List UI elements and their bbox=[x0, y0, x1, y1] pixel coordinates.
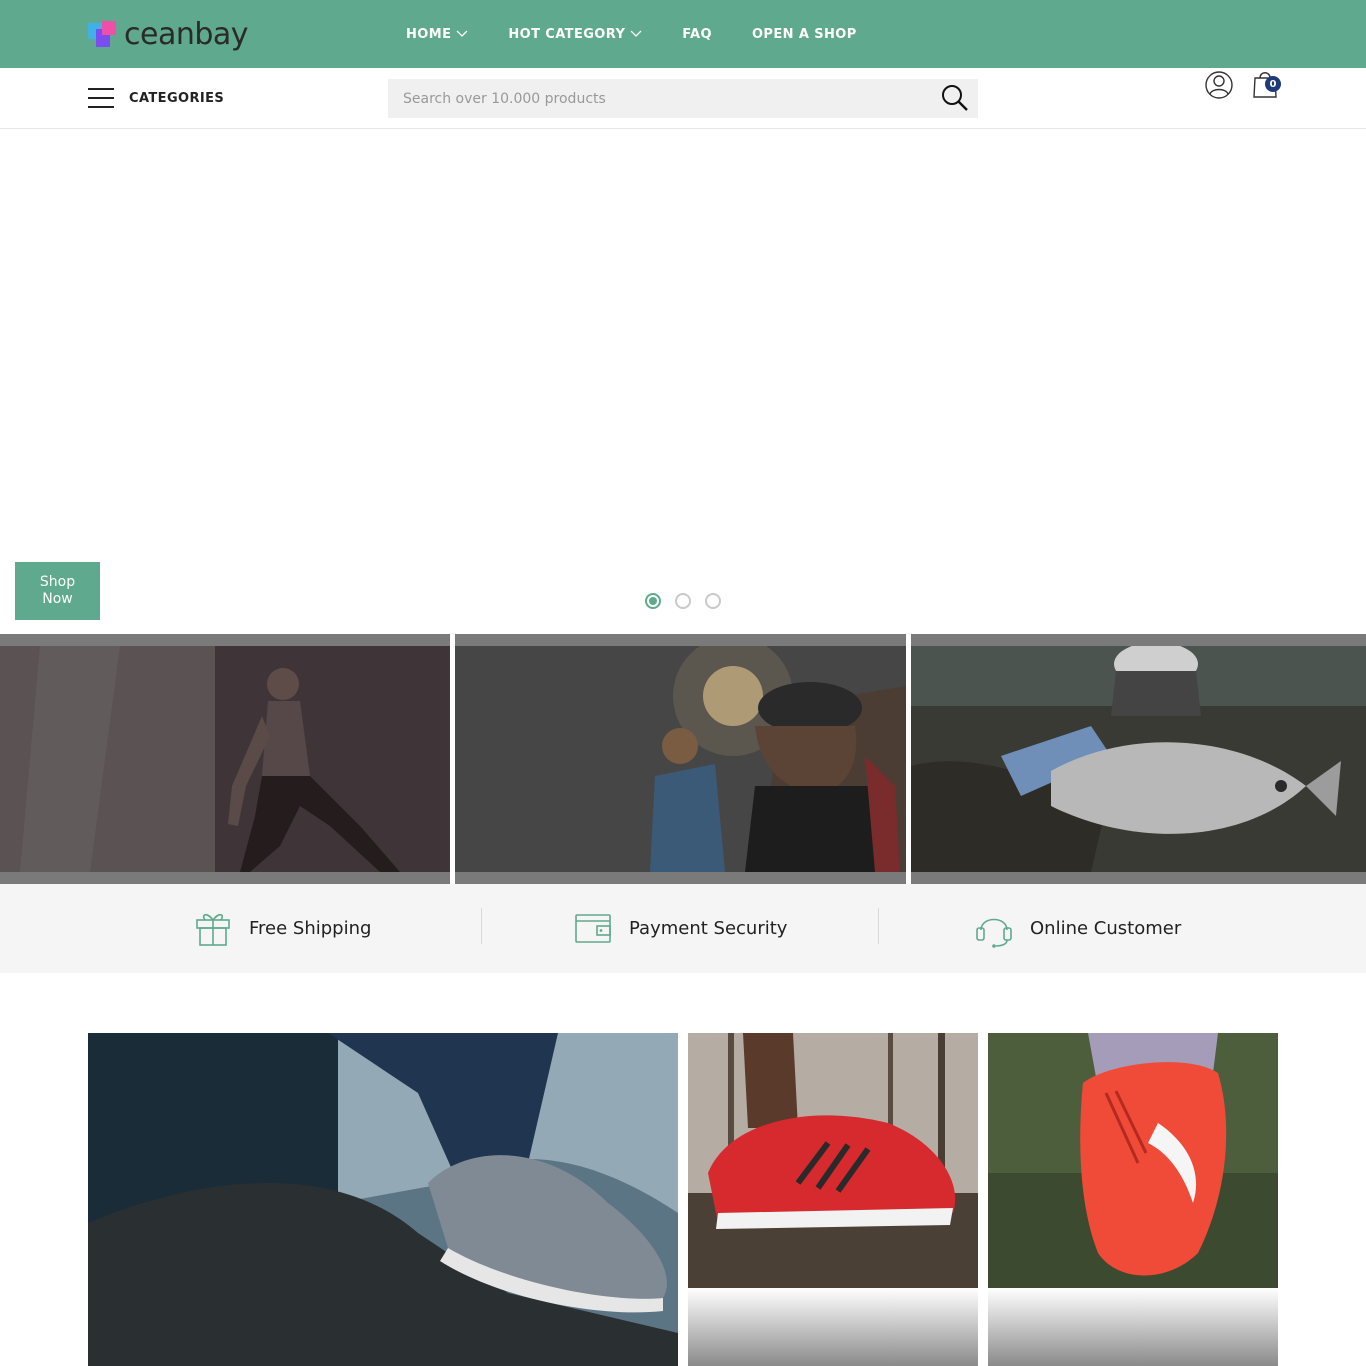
nav-item-label: HOT CATEGORY bbox=[508, 26, 626, 42]
search-icon[interactable] bbox=[940, 83, 970, 113]
nav-item-label: HOME bbox=[406, 26, 452, 42]
slider-dot-2[interactable] bbox=[675, 593, 691, 609]
slider-dot-1[interactable] bbox=[645, 593, 661, 609]
chevron-down-icon bbox=[630, 30, 642, 37]
feature-divider bbox=[878, 908, 879, 944]
categories-label[interactable]: CATEGORIES bbox=[129, 91, 224, 106]
slider-dot-3[interactable] bbox=[705, 593, 721, 609]
hero-slider: Shop Now bbox=[0, 129, 1366, 634]
main-nav: HOME HOT CATEGORY FAQ OPEN A SHOP bbox=[406, 0, 897, 68]
cart-count-badge: 0 bbox=[1265, 76, 1281, 92]
product-photo bbox=[688, 1033, 978, 1288]
nav-item-label: FAQ bbox=[682, 26, 712, 42]
product-image-sneaker-red[interactable] bbox=[688, 1033, 978, 1366]
wallet-icon bbox=[575, 914, 611, 943]
product-card-fade bbox=[988, 1288, 1278, 1366]
slider-dots bbox=[645, 593, 735, 609]
banner-fishing-gear[interactable] bbox=[911, 634, 1366, 884]
sub-navbar: CATEGORIES 0 bbox=[0, 68, 1366, 129]
shop-now-button[interactable]: Shop Now bbox=[15, 562, 100, 620]
hamburger-menu-icon[interactable] bbox=[88, 88, 114, 108]
nav-item-faq[interactable]: FAQ bbox=[682, 27, 712, 42]
banner-image bbox=[0, 646, 450, 872]
category-banners bbox=[0, 634, 1366, 884]
product-image-sneaker-grey[interactable] bbox=[88, 1033, 678, 1366]
nav-item-home[interactable]: HOME bbox=[406, 27, 468, 42]
brand-name: ceanbay bbox=[124, 16, 249, 52]
features-strip: Free Shipping Payment Security Online Cu… bbox=[0, 884, 1366, 973]
banner-image bbox=[911, 646, 1366, 872]
product-image-soccer-cleat[interactable] bbox=[988, 1033, 1278, 1366]
feature-online-customer: Online Customer bbox=[974, 906, 1181, 950]
feature-label: Free Shipping bbox=[249, 917, 372, 939]
headset-icon bbox=[976, 918, 1012, 948]
feature-free-shipping: Free Shipping bbox=[193, 906, 371, 950]
search-bar bbox=[388, 79, 978, 118]
product-card-fade bbox=[688, 1288, 978, 1366]
search-input[interactable] bbox=[388, 79, 928, 118]
product-photo bbox=[988, 1033, 1278, 1288]
gift-icon bbox=[196, 913, 230, 946]
feature-payment-security: Payment Security bbox=[573, 906, 787, 950]
feature-divider bbox=[481, 908, 482, 944]
feature-label: Online Customer bbox=[1030, 917, 1182, 939]
brand-logo[interactable]: ceanbay bbox=[88, 14, 249, 54]
product-gallery bbox=[0, 1033, 1366, 1366]
logo-mark-icon bbox=[88, 19, 118, 49]
product-photo bbox=[88, 1033, 678, 1366]
nav-item-open-a-shop[interactable]: OPEN A SHOP bbox=[752, 27, 857, 42]
banner-yoga-apparel[interactable] bbox=[0, 634, 450, 884]
nav-item-label: OPEN A SHOP bbox=[751, 26, 857, 42]
banner-image bbox=[455, 646, 906, 872]
nav-item-hot-category[interactable]: HOT CATEGORY bbox=[508, 27, 642, 42]
user-account-icon[interactable] bbox=[1204, 70, 1234, 100]
banner-hiking-gear[interactable] bbox=[455, 634, 906, 884]
top-navbar: ceanbay HOME HOT CATEGORY FAQ OPEN A SHO… bbox=[0, 0, 1366, 68]
chevron-down-icon bbox=[456, 30, 468, 37]
feature-label: Payment Security bbox=[629, 917, 788, 939]
